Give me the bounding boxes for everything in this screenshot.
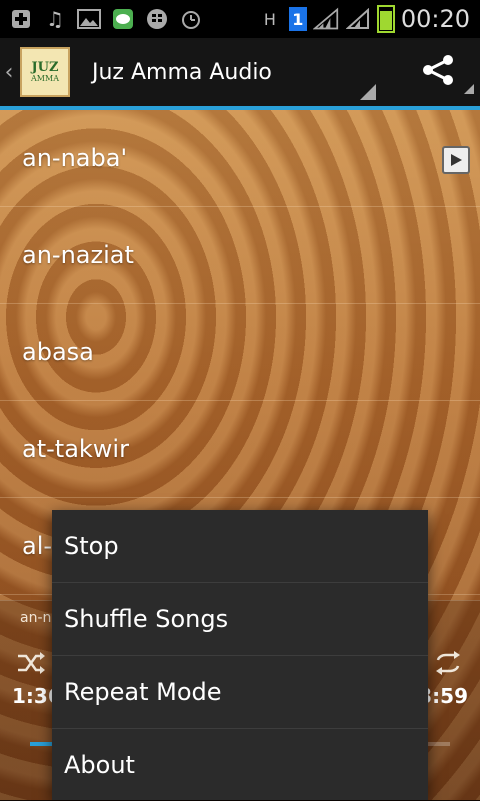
now-playing-label: an-n [20, 610, 52, 626]
menu-label: Shuffle Songs [64, 605, 229, 633]
line-icon [110, 6, 136, 32]
overflow-menu: Stop Shuffle Songs Repeat Mode About [52, 510, 428, 800]
track-label: al- [22, 532, 53, 560]
app-logo[interactable]: JUZ AMMA [20, 47, 70, 97]
menu-item-about[interactable]: About [52, 729, 428, 801]
status-time: 00:20 [400, 5, 470, 33]
sim-slot-badge: 1 [288, 7, 307, 31]
track-label: an-naba' [22, 144, 128, 172]
track-label: at-takwir [22, 435, 129, 463]
network-type-label: H [263, 9, 276, 29]
add-icon [8, 6, 34, 32]
repeat-icon[interactable] [434, 650, 462, 676]
signal-2-icon [345, 6, 371, 32]
image-icon [76, 6, 102, 32]
alarm-icon [178, 6, 204, 32]
menu-label: Stop [64, 532, 119, 560]
list-item[interactable]: at-takwir [0, 401, 480, 498]
action-bar: ‹ JUZ AMMA Juz Amma Audio [0, 38, 480, 110]
share-icon[interactable] [420, 52, 456, 88]
list-item[interactable]: an-naba' [0, 110, 480, 207]
battery-icon [376, 5, 395, 33]
signal-icon [312, 6, 339, 32]
up-caret-icon[interactable]: ‹ [2, 60, 16, 85]
music-icon: ♫ [46, 7, 64, 31]
bbm-icon [144, 6, 170, 32]
track-label: abasa [22, 338, 94, 366]
menu-item-repeat-mode[interactable]: Repeat Mode [52, 656, 428, 729]
logo-subtitle: AMMA [31, 73, 59, 83]
menu-item-shuffle-songs[interactable]: Shuffle Songs [52, 583, 428, 656]
notification-icons: ♫ [0, 6, 204, 32]
logo-title: JUZ [31, 59, 59, 75]
shuffle-icon[interactable] [16, 650, 46, 676]
menu-label: Repeat Mode [64, 678, 222, 706]
system-icons: H 1 00:20 [257, 5, 480, 33]
app-title[interactable]: Juz Amma Audio [92, 60, 272, 85]
status-bar: ♫ H 1 00:20 [0, 0, 480, 38]
spinner-indicator-icon [360, 84, 376, 100]
list-item[interactable]: abasa [0, 304, 480, 401]
overflow-indicator-icon [464, 84, 474, 94]
play-icon[interactable] [442, 146, 470, 174]
menu-item-stop[interactable]: Stop [52, 510, 428, 583]
list-item[interactable]: an-naziat [0, 207, 480, 304]
track-label: an-naziat [22, 241, 134, 269]
menu-label: About [64, 751, 135, 779]
